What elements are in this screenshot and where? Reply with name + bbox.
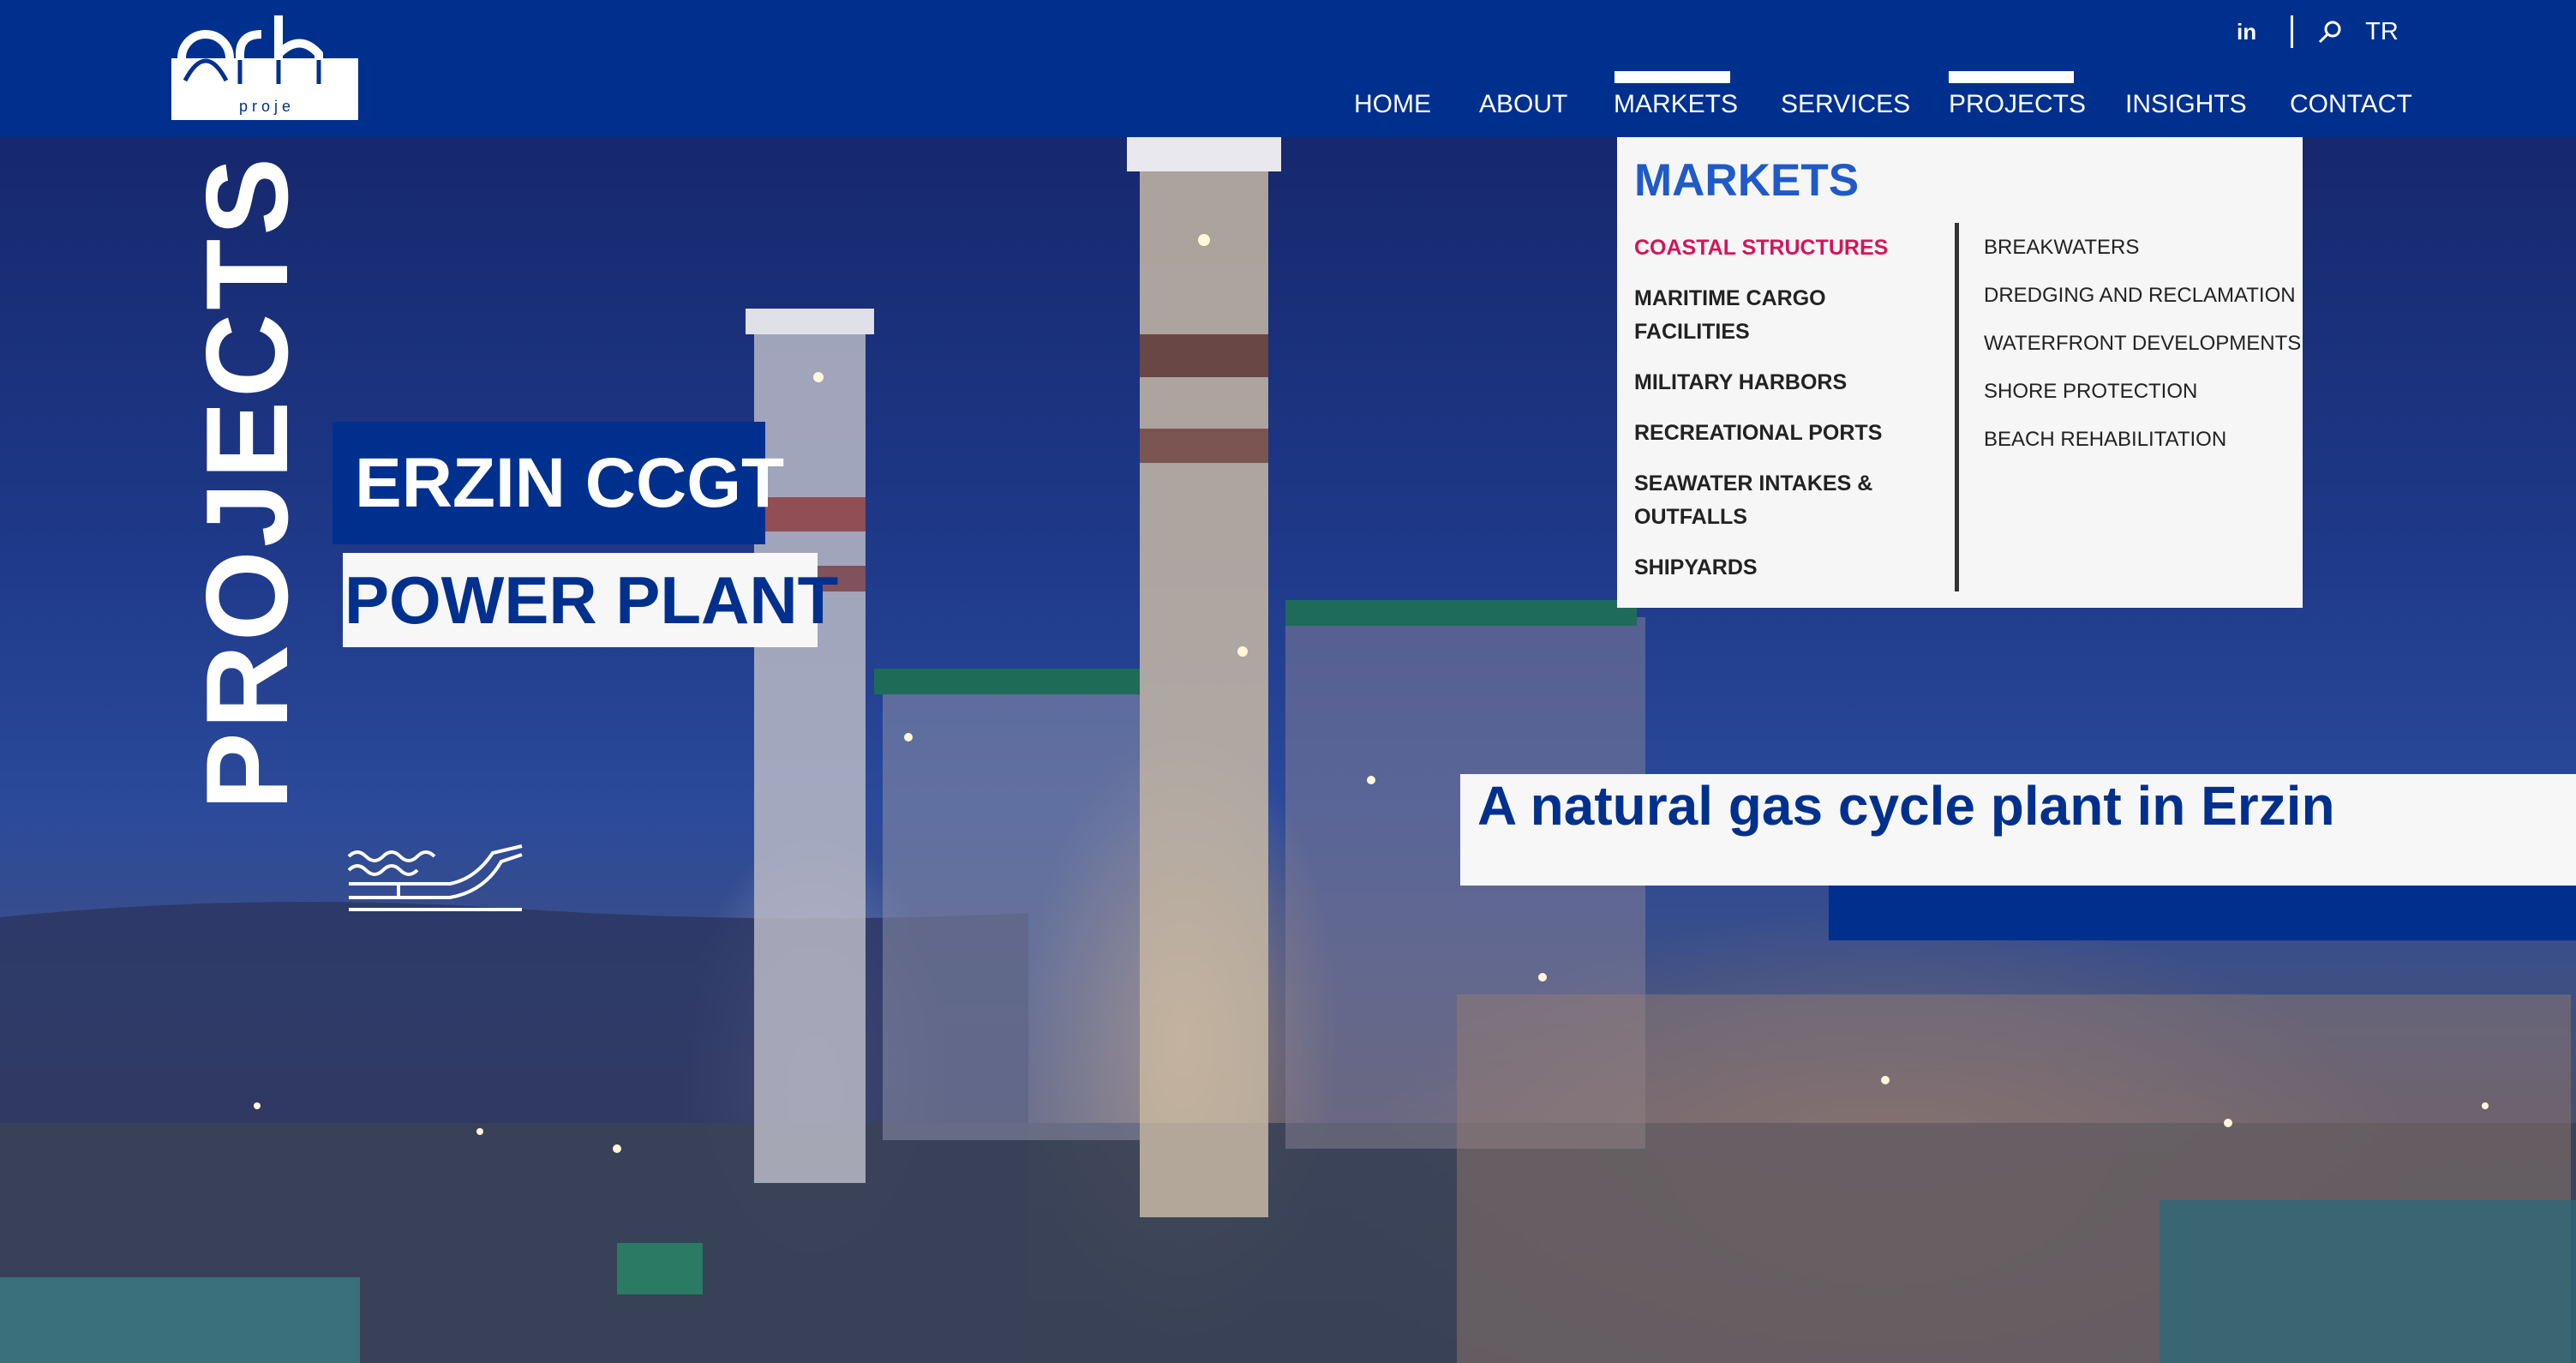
nav-about[interactable]: ABOUT (1479, 90, 1567, 119)
linkedin-icon[interactable]: in (2237, 19, 2256, 45)
project-title-line1: ERZIN CCGT (332, 422, 784, 544)
dropdown-divider (1955, 223, 1959, 591)
project-tagline: A natural gas cycle plant in Erzin (1477, 775, 2335, 837)
accent-strip (1829, 886, 2576, 940)
nav-services[interactable]: SERVICES (1781, 90, 1910, 119)
dropdown-title: MARKETS (1634, 155, 1860, 206)
nav-markets[interactable]: MARKETS (1614, 90, 1738, 119)
markets-dropdown: MARKETS COASTAL STRUCTURES MARITIME CARG… (1617, 137, 2303, 608)
divider (2291, 15, 2294, 48)
menu-item-seawater-intakes-outfalls[interactable]: SEAWATER INTAKES & OUTFALLS (1634, 467, 1943, 534)
nav-insights[interactable]: INSIGHTS (2125, 90, 2247, 119)
project-tagline-box: A natural gas cycle plant in Erzin (1460, 774, 2576, 886)
section-label-projects: PROJECTS (182, 153, 312, 810)
site-header: p r o j e in TR HOME ABOUT MARKETS SERVI… (0, 0, 2576, 137)
nav-active-indicator (1614, 71, 1730, 83)
language-switch-tr[interactable]: TR (2365, 18, 2399, 46)
menu-item-beach-rehabilitation[interactable]: BEACH REHABILITATION (1984, 423, 2292, 455)
nav-active-indicator (1949, 71, 2074, 83)
menu-item-waterfront-developments[interactable]: WATERFRONT DEVELOPMENTS (1984, 327, 2301, 359)
nav-home[interactable]: HOME (1354, 90, 1431, 119)
logo-subtext: p r o j e (239, 98, 291, 115)
header-utilities: in TR (2237, 15, 2399, 48)
markets-category-list: COASTAL STRUCTURES MARITIME CARGO FACILI… (1634, 231, 1943, 602)
menu-item-recreational-ports[interactable]: RECREATIONAL PORTS (1634, 417, 1943, 450)
menu-item-shore-protection[interactable]: SHORE PROTECTION (1984, 375, 2292, 407)
menu-item-maritime-cargo-facilities[interactable]: MARITIME CARGO FACILITIES (1634, 282, 1943, 349)
coastal-wave-icon (347, 844, 523, 911)
menu-item-dredging-reclamation[interactable]: DREDGING AND RECLAMATION (1984, 279, 2296, 311)
markets-subcategory-list: BREAKWATERS DREDGING AND RECLAMATION WAT… (1984, 231, 2301, 471)
menu-item-shipyards[interactable]: SHIPYARDS (1634, 551, 1943, 585)
project-title-line2: POWER PLANT (343, 553, 838, 647)
menu-item-military-harbors[interactable]: MILITARY HARBORS (1634, 366, 1943, 399)
orh-proje-logo[interactable]: p r o j e (171, 15, 358, 120)
menu-item-coastal-structures[interactable]: COASTAL STRUCTURES (1634, 231, 1943, 265)
search-icon[interactable] (2317, 19, 2343, 45)
menu-item-breakwaters[interactable]: BREAKWATERS (1984, 231, 2292, 263)
nav-contact[interactable]: CONTACT (2290, 90, 2412, 119)
nav-projects[interactable]: PROJECTS (1949, 90, 2086, 119)
